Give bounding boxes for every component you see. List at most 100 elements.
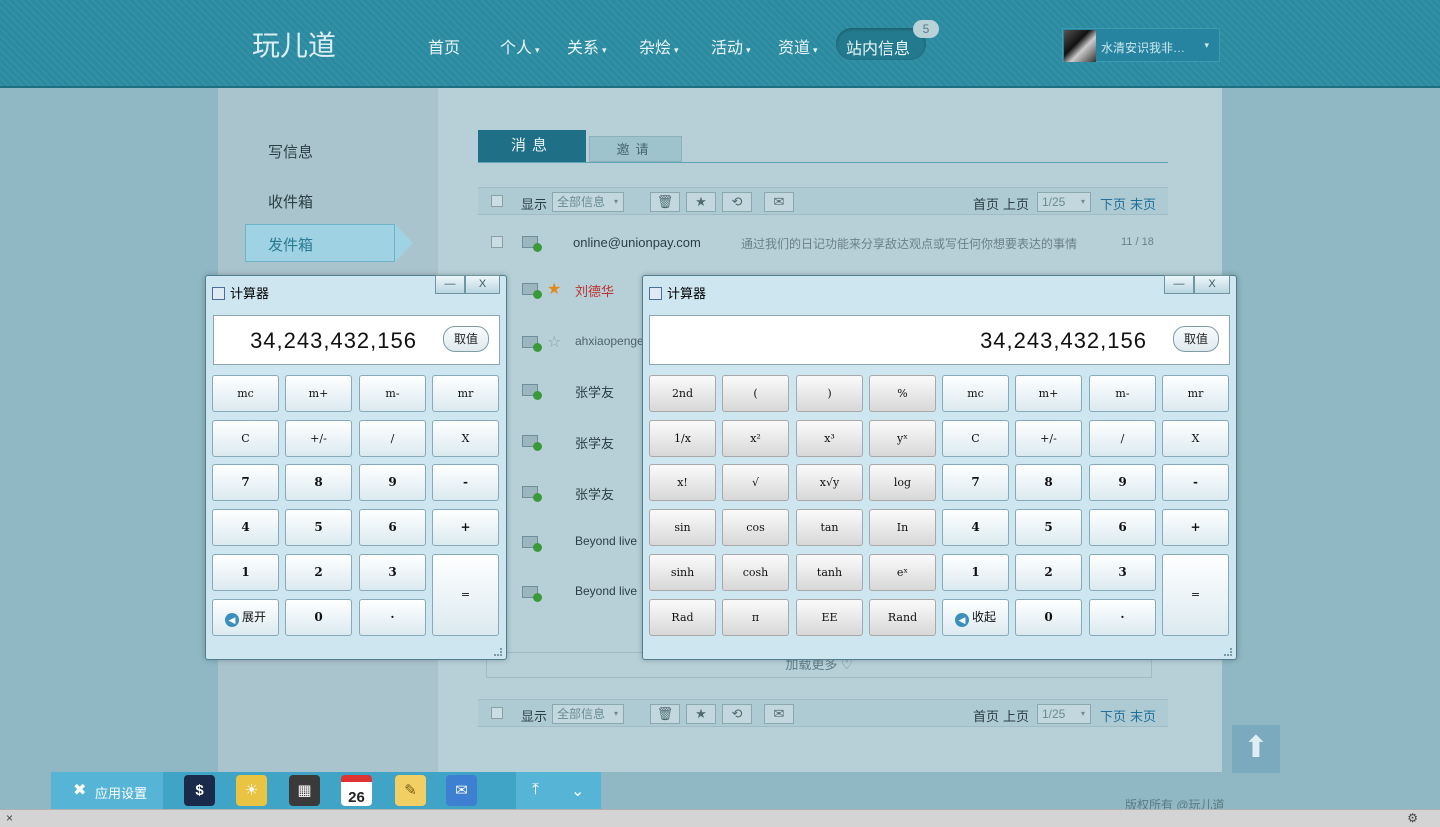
star-icon[interactable]: ★ (686, 192, 716, 212)
sci-key-2-3[interactable]: log (869, 464, 936, 501)
sidebar-item-compose[interactable]: 写信息 (268, 141, 313, 162)
sci-key-0-3[interactable]: % (869, 375, 936, 412)
row-checkbox[interactable] (491, 236, 503, 248)
pin-to-top-icon[interactable]: ⤒ (532, 781, 539, 799)
divide-key[interactable]: / (359, 420, 426, 457)
message-sender[interactable]: 张学友 (575, 433, 614, 452)
subtract-key[interactable]: - (432, 464, 499, 501)
next-page-link[interactable]: 下页 (1100, 706, 1126, 725)
message-sender[interactable]: Beyond live (575, 584, 637, 598)
message-sender[interactable]: 张学友 (575, 382, 614, 401)
clear-key[interactable]: C (212, 420, 279, 457)
tab-messages[interactable]: 消息 (478, 130, 586, 162)
prev-page-link[interactable]: 上页 (1003, 706, 1029, 725)
filter-select[interactable]: 全部信息 ▾ (552, 192, 624, 212)
subtract-key[interactable]: - (1162, 464, 1229, 501)
digit-4-key[interactable]: 4 (942, 509, 1009, 546)
divide-key[interactable]: / (1089, 420, 1156, 457)
message-sender[interactable]: online@unionpay.com (573, 235, 701, 250)
star-icon[interactable]: ★ (547, 279, 561, 299)
memory-add-key[interactable]: m+ (1015, 375, 1082, 412)
sci-key-4-0[interactable]: sinh (649, 554, 716, 591)
prev-page-link[interactable]: 上页 (1003, 194, 1029, 213)
sci-key-3-2[interactable]: tan (796, 509, 863, 546)
nav-activities[interactable]: 活动 ▾ (711, 34, 751, 58)
sci-key-2-1[interactable]: √ (722, 464, 789, 501)
digit-0-key[interactable]: 0 (285, 599, 352, 636)
calendar-app-icon[interactable]: 26 (341, 775, 372, 806)
nav-relations[interactable]: 关系 ▾ (567, 34, 607, 58)
digit-5-key[interactable]: 5 (1015, 509, 1082, 546)
first-page-link[interactable]: 首页 (973, 706, 999, 725)
digit-8-key[interactable]: 8 (1015, 464, 1082, 501)
sci-key-5-3[interactable]: Rand (869, 599, 936, 636)
message-sender[interactable]: 刘德华 (575, 281, 614, 300)
sci-key-1-3[interactable]: yˣ (869, 420, 936, 457)
sci-key-4-1[interactable]: cosh (722, 554, 789, 591)
minimize-icon[interactable]: — (1164, 275, 1194, 294)
nav-personal[interactable]: 个人 ▾ (500, 34, 540, 58)
equals-key[interactable]: = (1162, 554, 1229, 636)
site-logo[interactable]: 玩儿道 (252, 24, 336, 64)
store-value-button[interactable]: 取值 (1173, 326, 1219, 352)
select-all-checkbox[interactable] (491, 195, 503, 207)
digit-8-key[interactable]: 8 (285, 464, 352, 501)
nav-messages[interactable]: 站内信息 (836, 28, 926, 60)
resize-grip[interactable] (1224, 648, 1232, 656)
last-page-link[interactable]: 末页 (1130, 706, 1156, 725)
sci-key-3-0[interactable]: sin (649, 509, 716, 546)
scroll-to-top-icon[interactable]: ⬆ (1232, 725, 1280, 773)
filter-select[interactable]: 全部信息 ▾ (552, 704, 624, 724)
close-icon[interactable]: × (6, 811, 13, 825)
page-select[interactable]: 1/25 ▾ (1037, 704, 1091, 724)
multiply-key[interactable]: X (432, 420, 499, 457)
memory-clear-key[interactable]: mc (212, 375, 279, 412)
memory-recall-key[interactable]: mr (1162, 375, 1229, 412)
decimal-key[interactable]: · (1089, 599, 1156, 636)
digit-7-key[interactable]: 7 (212, 464, 279, 501)
sci-key-5-1[interactable]: π (722, 599, 789, 636)
digit-7-key[interactable]: 7 (942, 464, 1009, 501)
user-menu[interactable]: 水清安识我非… ▾ (1062, 28, 1220, 62)
trash-icon[interactable]: 🗑 (650, 704, 680, 724)
refresh-icon[interactable]: ⟲ (722, 192, 752, 212)
sci-key-4-2[interactable]: tanh (796, 554, 863, 591)
last-page-link[interactable]: 末页 (1130, 194, 1156, 213)
nav-resources[interactable]: 资道 ▾ (778, 34, 818, 58)
message-sender[interactable]: Beyond live (575, 534, 637, 548)
digit-3-key[interactable]: 3 (1089, 554, 1156, 591)
memory-subtract-key[interactable]: m- (1089, 375, 1156, 412)
memory-recall-key[interactable]: mr (432, 375, 499, 412)
mail-app-icon[interactable]: ✉ (446, 775, 477, 806)
sci-key-5-2[interactable]: EE (796, 599, 863, 636)
page-select[interactable]: 1/25 ▾ (1037, 192, 1091, 212)
calculator-app-icon[interactable]: ▦ (289, 775, 320, 806)
digit-9-key[interactable]: 9 (359, 464, 426, 501)
notes-app-icon[interactable]: ✎ (395, 775, 426, 806)
sci-key-2-2[interactable]: x√y (796, 464, 863, 501)
memory-subtract-key[interactable]: m- (359, 375, 426, 412)
sidebar-item-sent[interactable]: 发件箱 (245, 224, 413, 262)
digit-9-key[interactable]: 9 (1089, 464, 1156, 501)
tab-invites[interactable]: 邀请 (589, 136, 682, 162)
sci-key-1-1[interactable]: x² (722, 420, 789, 457)
digit-3-key[interactable]: 3 (359, 554, 426, 591)
trash-icon[interactable]: 🗑 (650, 192, 680, 212)
mail-icon[interactable]: ✉ (764, 704, 794, 724)
sci-key-2-0[interactable]: x! (649, 464, 716, 501)
digit-5-key[interactable]: 5 (285, 509, 352, 546)
sci-key-0-2[interactable]: ) (796, 375, 863, 412)
first-page-link[interactable]: 首页 (973, 194, 999, 213)
digit-0-key[interactable]: 0 (1015, 599, 1082, 636)
message-sender[interactable]: 张学友 (575, 484, 614, 503)
digit-1-key[interactable]: 1 (942, 554, 1009, 591)
clear-key[interactable]: C (942, 420, 1009, 457)
negate-key[interactable]: +/- (1015, 420, 1082, 457)
digit-2-key[interactable]: 2 (1015, 554, 1082, 591)
sci-key-1-0[interactable]: 1/x (649, 420, 716, 457)
decimal-key[interactable]: · (359, 599, 426, 636)
minimize-icon[interactable]: — (435, 275, 465, 294)
sci-key-0-0[interactable]: 2nd (649, 375, 716, 412)
close-icon[interactable]: X (1194, 275, 1230, 294)
expand-button[interactable]: ◀ 展开 (212, 599, 279, 636)
